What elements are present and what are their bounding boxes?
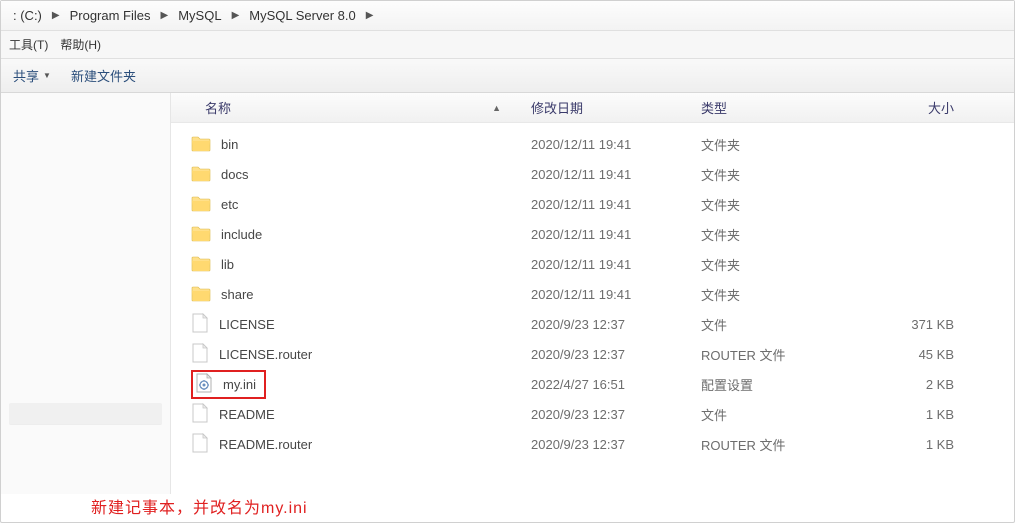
breadcrumb[interactable]: : (C:) ▶ Program Files ▶ MySQL ▶ MySQL S… (1, 1, 1014, 31)
breadcrumb-program-files[interactable]: Program Files (66, 8, 155, 23)
share-button[interactable]: 共享 ▼ (13, 66, 51, 85)
new-folder-button[interactable]: 新建文件夹 (71, 66, 136, 85)
file-name: include (221, 227, 262, 242)
breadcrumb-mysql[interactable]: MySQL (174, 8, 225, 23)
file-size: 1 KB (851, 407, 1014, 422)
file-row[interactable]: lib 2020/12/11 19:41文件夹 (171, 249, 1014, 279)
file-date: 2020/12/11 19:41 (531, 167, 701, 182)
folder-icon (191, 164, 211, 185)
chevron-down-icon: ▼ (43, 71, 51, 80)
toolbar: 共享 ▼ 新建文件夹 (1, 59, 1014, 93)
file-type: 文件夹 (701, 195, 851, 214)
file-row[interactable]: README.router 2020/9/23 12:37ROUTER 文件1 K… (171, 429, 1014, 459)
annotation-text: 新建记事本，并改名为my.ini (91, 494, 308, 518)
file-name: bin (221, 137, 238, 152)
chevron-right-icon: ▶ (155, 10, 175, 21)
file-date: 2020/9/23 12:37 (531, 437, 701, 452)
folder-icon (191, 194, 211, 215)
file-type: 文件 (701, 405, 851, 424)
file-size: 45 KB (851, 347, 1014, 362)
file-date: 2020/12/11 19:41 (531, 227, 701, 242)
menu-tools[interactable]: 工具(T) (9, 36, 48, 53)
file-name: LICENSE.router (219, 347, 312, 362)
file-icon (191, 433, 209, 456)
file-size: 371 KB (851, 317, 1014, 332)
folder-icon (191, 224, 211, 245)
file-name: README (219, 407, 275, 422)
file-row[interactable]: include 2020/12/11 19:41文件夹 (171, 219, 1014, 249)
chevron-right-icon: ▶ (360, 10, 380, 21)
file-size: 1 KB (851, 437, 1014, 452)
new-folder-label: 新建文件夹 (71, 66, 136, 85)
file-type: 文件 (701, 315, 851, 334)
file-row[interactable]: bin 2020/12/11 19:41文件夹 (171, 129, 1014, 159)
column-name[interactable]: 名称 ▲ (171, 98, 531, 117)
file-row[interactable]: README 2020/9/23 12:37文件1 KB (171, 399, 1014, 429)
file-name: docs (221, 167, 248, 182)
sidebar (1, 93, 171, 494)
file-name: my.ini (223, 377, 256, 392)
highlight-box: my.ini (191, 370, 266, 399)
file-name: share (221, 287, 254, 302)
file-type: 文件夹 (701, 285, 851, 304)
file-date: 2020/9/23 12:37 (531, 317, 701, 332)
file-list-panel: 名称 ▲ 修改日期 类型 大小 bin2020/12/11 19:41文件夹do… (171, 93, 1014, 494)
file-list: bin2020/12/11 19:41文件夹docs2020/12/11 19:… (171, 123, 1014, 459)
settings-file-icon (195, 373, 213, 396)
file-row[interactable]: docs 2020/12/11 19:41文件夹 (171, 159, 1014, 189)
file-type: 配置设置 (701, 375, 851, 394)
sidebar-placeholder[interactable] (9, 403, 162, 425)
folder-icon (191, 134, 211, 155)
file-date: 2020/9/23 12:37 (531, 347, 701, 362)
file-name: LICENSE (219, 317, 275, 332)
file-size: 2 KB (851, 377, 1014, 392)
file-row[interactable]: LICENSE 2020/9/23 12:37文件371 KB (171, 309, 1014, 339)
breadcrumb-drive[interactable]: : (C:) (9, 8, 46, 23)
chevron-right-icon: ▶ (46, 10, 66, 21)
file-icon (191, 313, 209, 336)
file-icon (191, 343, 209, 366)
file-name: etc (221, 197, 238, 212)
sort-ascending-icon: ▲ (492, 103, 501, 113)
file-date: 2020/12/11 19:41 (531, 287, 701, 302)
menu-help[interactable]: 帮助(H) (60, 36, 101, 53)
column-name-label: 名称 (205, 98, 231, 117)
file-date: 2020/9/23 12:37 (531, 407, 701, 422)
menu-bar: 工具(T) 帮助(H) (1, 31, 1014, 59)
folder-icon (191, 254, 211, 275)
column-headers: 名称 ▲ 修改日期 类型 大小 (171, 93, 1014, 123)
file-row[interactable]: my.ini 2022/4/27 16:51配置设置2 KB (171, 369, 1014, 399)
breadcrumb-mysql-server[interactable]: MySQL Server 8.0 (245, 8, 359, 23)
file-row[interactable]: etc 2020/12/11 19:41文件夹 (171, 189, 1014, 219)
file-row[interactable]: share 2020/12/11 19:41文件夹 (171, 279, 1014, 309)
file-row[interactable]: LICENSE.router 2020/9/23 12:37ROUTER 文件45… (171, 339, 1014, 369)
file-date: 2020/12/11 19:41 (531, 137, 701, 152)
file-type: ROUTER 文件 (701, 345, 851, 364)
share-label: 共享 (13, 66, 39, 85)
file-name: lib (221, 257, 234, 272)
file-type: 文件夹 (701, 255, 851, 274)
folder-icon (191, 284, 211, 305)
file-date: 2020/12/11 19:41 (531, 197, 701, 212)
file-type: 文件夹 (701, 135, 851, 154)
file-date: 2022/4/27 16:51 (531, 377, 701, 392)
file-type: ROUTER 文件 (701, 435, 851, 454)
column-type[interactable]: 类型 (701, 98, 851, 117)
file-type: 文件夹 (701, 225, 851, 244)
file-name: README.router (219, 437, 312, 452)
column-size[interactable]: 大小 (851, 98, 1014, 117)
column-date[interactable]: 修改日期 (531, 98, 701, 117)
chevron-right-icon: ▶ (226, 10, 246, 21)
file-date: 2020/12/11 19:41 (531, 257, 701, 272)
file-type: 文件夹 (701, 165, 851, 184)
file-icon (191, 403, 209, 426)
